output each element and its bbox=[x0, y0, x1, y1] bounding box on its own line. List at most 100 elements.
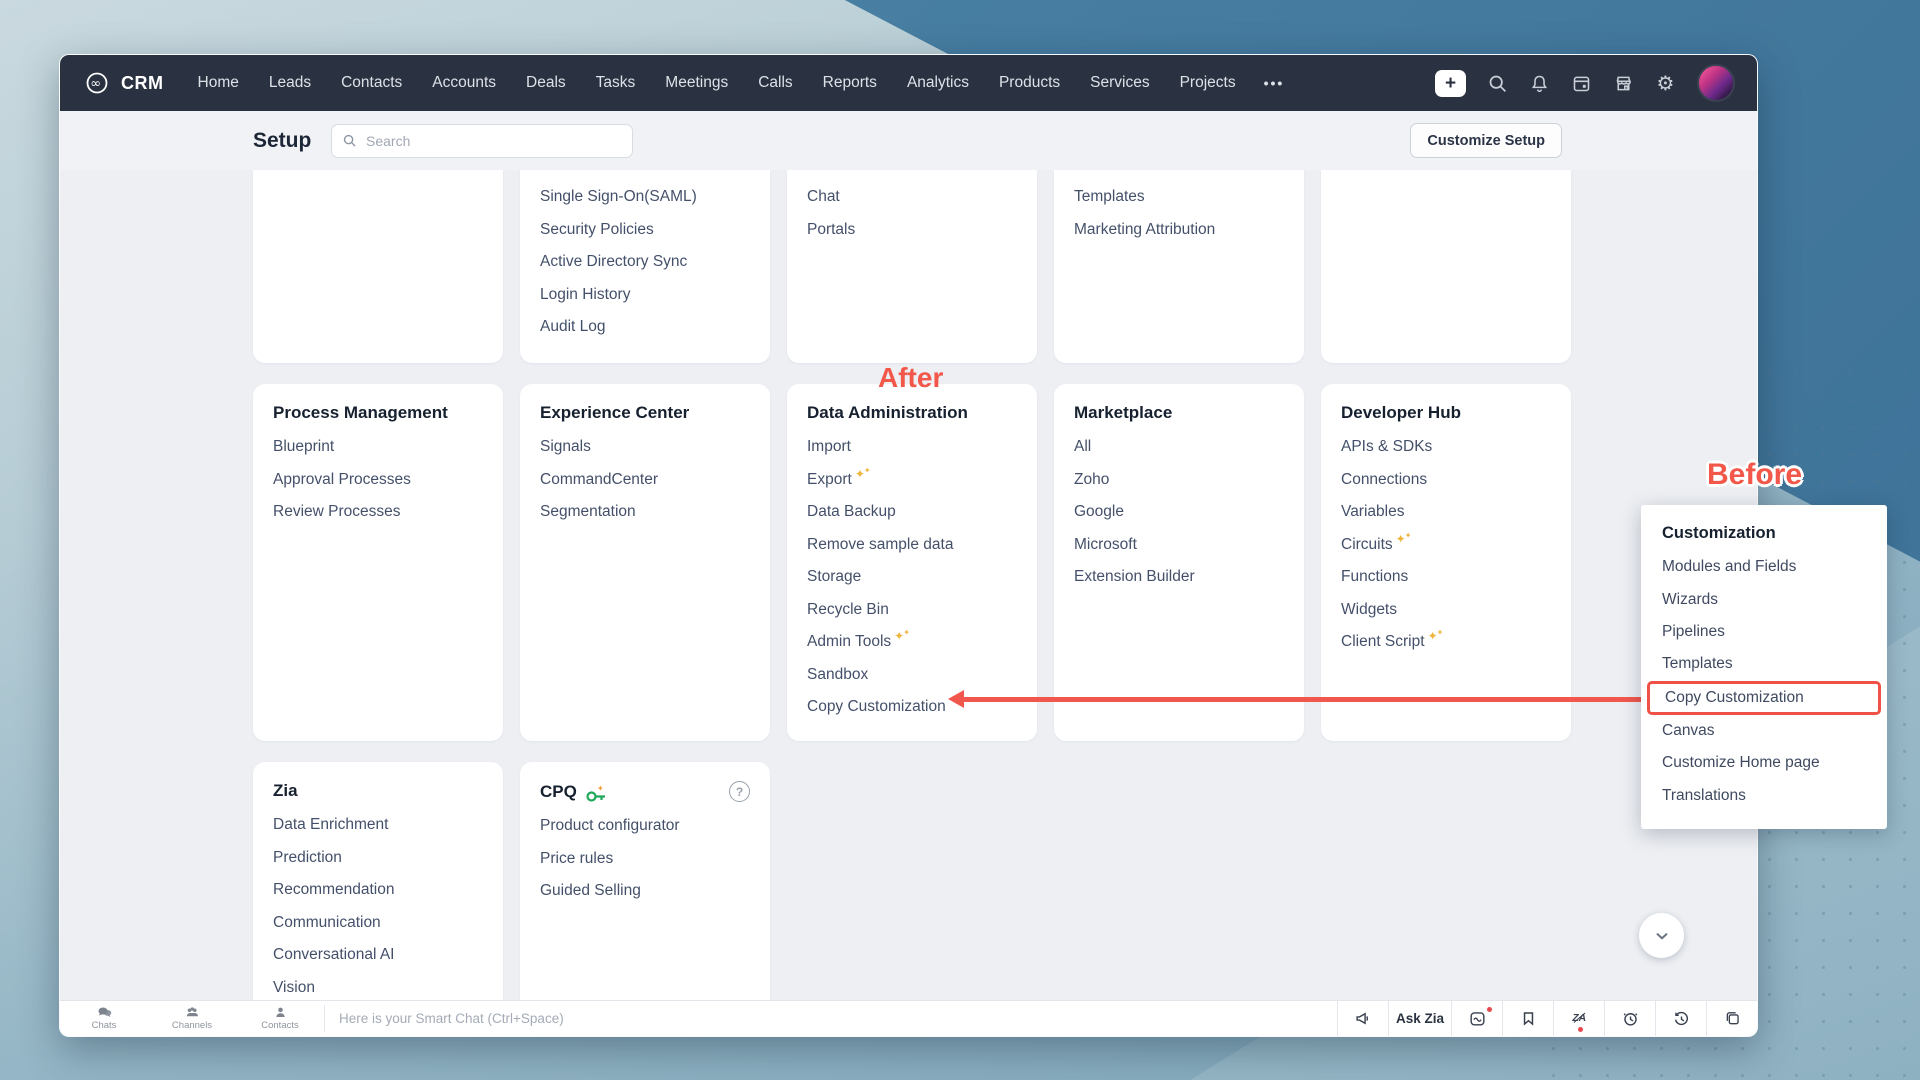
panel-menu-item[interactable]: Copy Customization bbox=[1647, 681, 1881, 715]
setup-menu-item[interactable]: Segmentation bbox=[520, 496, 770, 529]
scroll-down-button[interactable] bbox=[1639, 913, 1684, 958]
setup-menu-item[interactable]: Chat bbox=[787, 181, 1037, 214]
card-item-list: AllZohoGoogleMicrosoftExtension Builder bbox=[1054, 431, 1304, 594]
setup-menu-item[interactable]: Blueprint bbox=[253, 431, 503, 464]
setup-menu-item[interactable]: Data Enrichment bbox=[253, 809, 503, 842]
setup-menu-item[interactable]: Templates bbox=[1054, 181, 1304, 214]
setup-menu-item[interactable]: Google bbox=[1054, 496, 1304, 529]
zia-trends-icon[interactable] bbox=[1451, 1001, 1502, 1036]
megaphone-icon[interactable] bbox=[1337, 1001, 1388, 1036]
setup-menu-item[interactable]: Functions bbox=[1321, 561, 1571, 594]
setup-menu-item[interactable]: Widgets bbox=[1321, 594, 1571, 627]
panel-menu-item[interactable]: Modules and Fields bbox=[1641, 551, 1887, 583]
settings-gear-icon[interactable]: ⚙ bbox=[1655, 73, 1676, 94]
setup-menu-item[interactable]: Login History bbox=[520, 279, 770, 312]
setup-menu-item[interactable]: Export✦✦ bbox=[787, 464, 1037, 497]
setup-menu-item[interactable]: Data Backup bbox=[787, 496, 1037, 529]
setup-menu-item[interactable]: Circuits✦✦ bbox=[1321, 529, 1571, 562]
setup-menu-item[interactable]: Recycle Bin bbox=[787, 594, 1037, 627]
card-item-list: ChatPortals bbox=[787, 170, 1037, 246]
nav-menu-item[interactable]: Contacts bbox=[341, 74, 402, 92]
setup-menu-item[interactable]: Active Directory Sync bbox=[520, 246, 770, 279]
setup-menu-item[interactable]: Review Processes bbox=[253, 496, 503, 529]
setup-menu-item[interactable]: Approval Processes bbox=[253, 464, 503, 497]
setup-menu-item[interactable]: Connections bbox=[1321, 464, 1571, 497]
panel-menu-item[interactable]: Canvas bbox=[1641, 715, 1887, 747]
card-row-2: Process Management BlueprintApproval Pro… bbox=[253, 384, 1571, 741]
setup-menu-item[interactable]: Security Policies bbox=[520, 214, 770, 247]
alarm-clock-icon[interactable] bbox=[1604, 1001, 1655, 1036]
help-circle-icon[interactable]: ? bbox=[729, 781, 750, 802]
setup-menu-item[interactable]: Signals bbox=[520, 431, 770, 464]
nav-menu-item[interactable]: Projects bbox=[1180, 74, 1236, 92]
copies-icon[interactable] bbox=[1706, 1001, 1757, 1036]
setup-menu-item[interactable]: Conversational AI bbox=[253, 939, 503, 972]
user-avatar[interactable] bbox=[1697, 64, 1735, 102]
setup-menu-item[interactable]: Single Sign-On(SAML) bbox=[520, 181, 770, 214]
setup-menu-item[interactable]: Vision bbox=[253, 972, 503, 1002]
setup-menu-item[interactable]: Audit Log bbox=[520, 311, 770, 344]
setup-menu-item[interactable]: Portals bbox=[787, 214, 1037, 247]
setup-menu-item[interactable]: Variables bbox=[1321, 496, 1571, 529]
ask-zia-button[interactable]: Ask Zia bbox=[1388, 1001, 1451, 1036]
nav-menu-item[interactable]: Tasks bbox=[596, 74, 636, 92]
calendar-icon[interactable] bbox=[1571, 73, 1592, 94]
panel-menu-item[interactable]: Translations bbox=[1641, 779, 1887, 811]
sparkle-icon: ✦✦ bbox=[1396, 539, 1413, 541]
customize-setup-button[interactable]: Customize Setup bbox=[1410, 123, 1562, 158]
footer-tab-chats[interactable]: Chats bbox=[60, 1001, 148, 1036]
setup-menu-item[interactable]: All bbox=[1054, 431, 1304, 464]
setup-menu-item[interactable]: Remove sample data bbox=[787, 529, 1037, 562]
setup-menu-item[interactable]: Copy Customization bbox=[787, 691, 1037, 724]
card-row-3: Zia Data EnrichmentPredictionRecommendat… bbox=[253, 762, 1571, 1001]
nav-menu-item[interactable]: Products bbox=[999, 74, 1060, 92]
setup-search[interactable] bbox=[331, 124, 633, 158]
setup-menu-item[interactable]: Marketing Attribution bbox=[1054, 214, 1304, 247]
bookmark-icon[interactable] bbox=[1502, 1001, 1553, 1036]
search-icon[interactable] bbox=[1487, 73, 1508, 94]
setup-menu-item[interactable]: Microsoft bbox=[1054, 529, 1304, 562]
setup-menu-item[interactable]: APIs & SDKs bbox=[1321, 431, 1571, 464]
setup-menu-item[interactable]: Recommendation bbox=[253, 874, 503, 907]
setup-menu-item[interactable]: Price rules bbox=[520, 843, 770, 876]
setup-menu-item[interactable]: CommandCenter bbox=[520, 464, 770, 497]
zia-sketch-icon[interactable]: ZA bbox=[1553, 1001, 1604, 1036]
setup-menu-item[interactable]: Prediction bbox=[253, 842, 503, 875]
card-data-administration: Data Administration ImportExport✦✦Data B… bbox=[787, 384, 1037, 741]
setup-menu-item[interactable]: Product configurator bbox=[520, 810, 770, 843]
notifications-bell-icon[interactable] bbox=[1529, 73, 1550, 94]
nav-menu-item[interactable]: Calls bbox=[758, 74, 792, 92]
setup-menu-item[interactable]: Client Script✦✦ bbox=[1321, 626, 1571, 659]
nav-menu-item[interactable]: Leads bbox=[269, 74, 311, 92]
setup-menu-item[interactable]: Sandbox bbox=[787, 659, 1037, 692]
setup-menu-item[interactable]: Storage bbox=[787, 561, 1037, 594]
panel-menu-item[interactable]: Wizards bbox=[1641, 583, 1887, 615]
setup-menu-item[interactable]: Admin Tools✦✦ bbox=[787, 626, 1037, 659]
brand[interactable]: ∞ CRM bbox=[82, 71, 164, 95]
panel-menu-item[interactable]: Templates bbox=[1641, 648, 1887, 680]
smart-chat-input[interactable] bbox=[337, 1010, 1337, 1027]
footer-tab-contacts[interactable]: Contacts bbox=[236, 1001, 324, 1036]
nav-menu-item[interactable]: Meetings bbox=[665, 74, 728, 92]
footer-tab-channels[interactable]: Channels bbox=[148, 1001, 236, 1036]
marketplace-store-icon[interactable] bbox=[1613, 73, 1634, 94]
nav-menu-item[interactable]: Analytics bbox=[907, 74, 969, 92]
nav-overflow-button[interactable]: ••• bbox=[1264, 75, 1285, 91]
setup-menu-item[interactable]: Extension Builder bbox=[1054, 561, 1304, 594]
create-plus-icon[interactable]: + bbox=[1435, 70, 1466, 97]
nav-menu-item[interactable]: Accounts bbox=[432, 74, 496, 92]
nav-menu-item[interactable]: Deals bbox=[526, 74, 566, 92]
search-input[interactable] bbox=[364, 132, 622, 150]
chats-icon bbox=[97, 1006, 112, 1019]
nav-menu-item[interactable]: Home bbox=[198, 74, 239, 92]
panel-menu-item[interactable]: Pipelines bbox=[1641, 616, 1887, 648]
panel-menu-item[interactable]: Customize Home page bbox=[1641, 747, 1887, 779]
setup-menu-item[interactable]: Communication bbox=[253, 907, 503, 940]
cpq-key-sparkle-icon: ✦ bbox=[585, 782, 609, 802]
history-icon[interactable] bbox=[1655, 1001, 1706, 1036]
setup-menu-item[interactable]: Import bbox=[787, 431, 1037, 464]
nav-menu-item[interactable]: Services bbox=[1090, 74, 1149, 92]
nav-menu-item[interactable]: Reports bbox=[823, 74, 877, 92]
setup-menu-item[interactable]: Zoho bbox=[1054, 464, 1304, 497]
setup-menu-item[interactable]: Guided Selling bbox=[520, 875, 770, 908]
